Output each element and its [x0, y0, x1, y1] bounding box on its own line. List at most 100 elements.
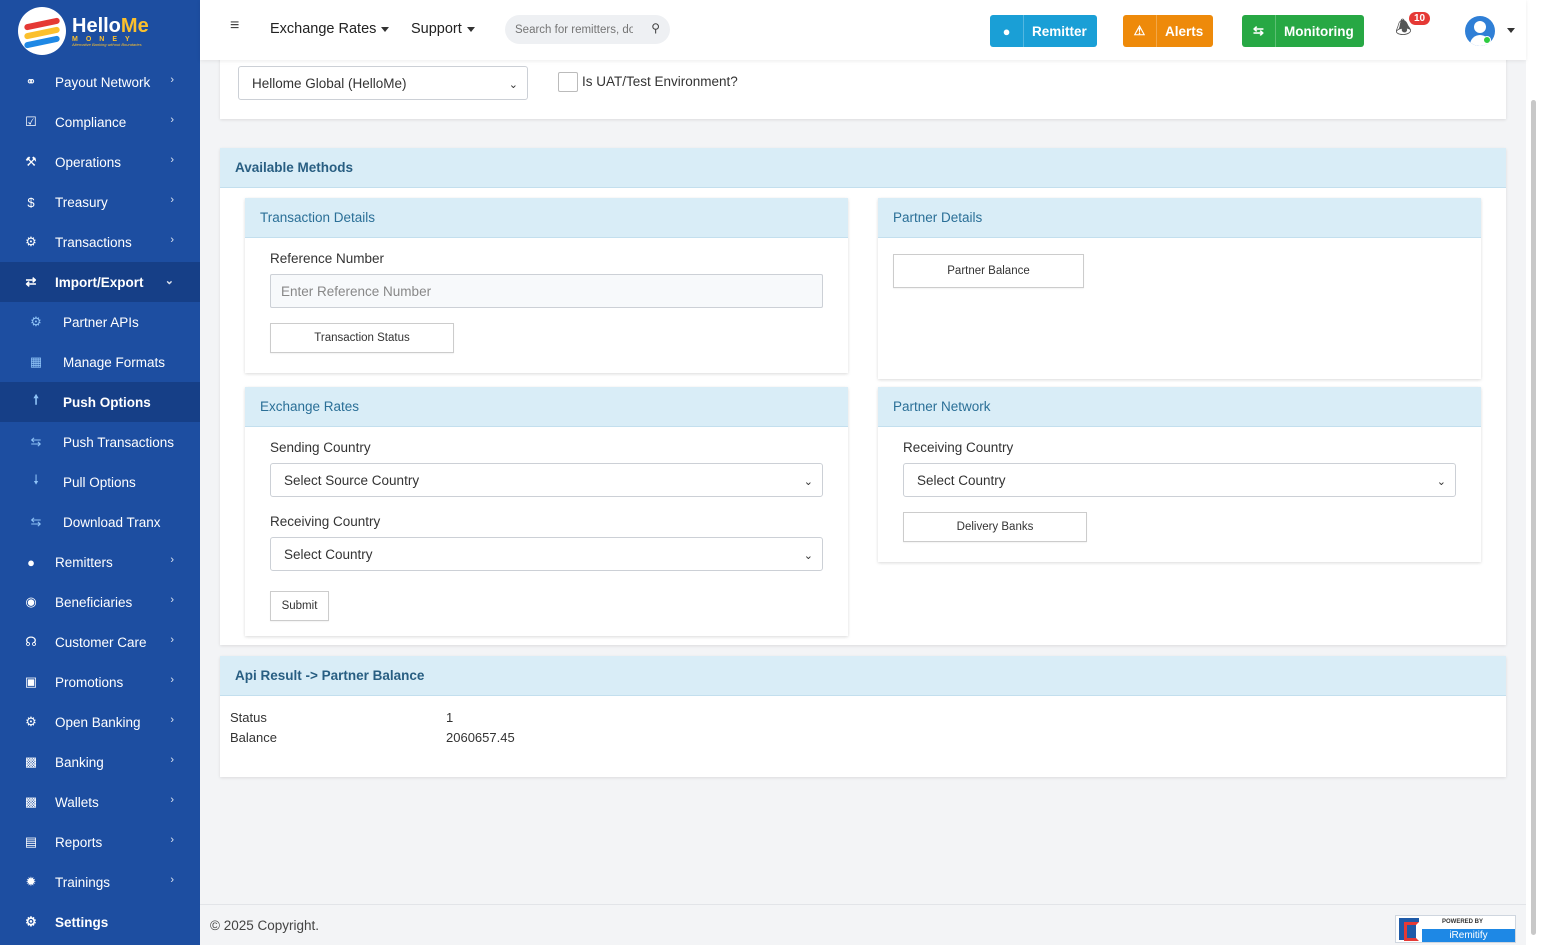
- sidebar: HelloMe MONEY Alternative Banking withou…: [0, 0, 200, 945]
- network-receiving-country-select[interactable]: Select Country ⌄: [903, 463, 1456, 497]
- delivery-banks-button[interactable]: Delivery Banks: [903, 512, 1087, 542]
- sidebar-item-promotions[interactable]: ▣ Promotions ›: [0, 662, 200, 702]
- chevron-right-icon: ›: [170, 594, 174, 606]
- monitoring-button-label: Monitoring: [1284, 23, 1354, 39]
- alerts-button[interactable]: ⚠ Alerts: [1123, 15, 1214, 47]
- partner-network-title: Partner Network: [878, 387, 1481, 427]
- powered-by-badge[interactable]: POWERED BY iRemitify: [1395, 915, 1516, 943]
- uat-checkbox[interactable]: [558, 72, 578, 92]
- sending-country-select[interactable]: Select Source Country ⌄: [270, 463, 823, 497]
- transaction-status-button[interactable]: Transaction Status: [270, 323, 454, 353]
- arrow-down-icon: 🠗: [33, 472, 39, 487]
- scrollbar-thumb[interactable]: [1531, 100, 1536, 935]
- sidebar-item-label: Remitters: [55, 554, 113, 570]
- sidebar-item-remitters[interactable]: ● Remitters ›: [0, 542, 200, 582]
- sidebar-item-pull-options[interactable]: 🠗 Pull Options: [0, 462, 200, 502]
- chevron-right-icon: ›: [170, 874, 174, 886]
- search-input[interactable]: [505, 23, 633, 36]
- user-icon: ●: [990, 15, 1024, 47]
- api-result-card: Api Result -> Partner Balance Status 1 B…: [220, 656, 1506, 777]
- sidebar-item-label: Compliance: [55, 114, 127, 130]
- iremitify-logo-icon: [1399, 918, 1419, 941]
- partner-select[interactable]: Hellome Global (HelloMe) ⌄: [238, 66, 528, 100]
- api-result-title: Api Result -> Partner Balance: [220, 656, 1506, 696]
- caret-down-icon: [381, 26, 390, 32]
- remitter-button[interactable]: ● Remitter: [990, 15, 1097, 47]
- chevron-right-icon: ›: [170, 794, 174, 806]
- notification-badge: 10: [1409, 12, 1431, 25]
- chevron-down-icon: ⌄: [803, 476, 813, 488]
- exchange-rates-panel: Exchange Rates Sending Country Select So…: [245, 387, 848, 636]
- network-receiving-country-label: Receiving Country: [903, 440, 1014, 455]
- sidebar-item-label: Push Transactions: [63, 434, 175, 450]
- chevron-down-icon: ⌄: [1436, 476, 1446, 488]
- result-key: Status: [230, 710, 267, 725]
- sidebar-item-banking[interactable]: ▩ Banking ›: [0, 742, 200, 782]
- exchange-icon: ⇆: [30, 434, 42, 449]
- submit-button[interactable]: Submit: [270, 591, 329, 621]
- gear-icon: ⚙: [25, 714, 37, 729]
- check-square-icon: ☑: [25, 114, 37, 129]
- sidebar-item-push-options[interactable]: 🠕 Push Options: [0, 382, 200, 422]
- cogs-icon: ⚙: [25, 914, 37, 929]
- cogs-icon: ⚙: [25, 234, 37, 249]
- sidebar-item-payout-network[interactable]: ⚭ Payout Network ›: [0, 62, 200, 102]
- sidebar-item-wallets[interactable]: ▩ Wallets ›: [0, 782, 200, 822]
- sidebar-item-operations[interactable]: ⚒ Operations ›: [0, 142, 200, 182]
- monitoring-button[interactable]: ⇆ Monitoring: [1242, 15, 1364, 47]
- available-methods-title: Available Methods: [220, 148, 1506, 188]
- sidebar-item-compliance[interactable]: ☑ Compliance ›: [0, 102, 200, 142]
- sidebar-item-label: Push Options: [63, 394, 151, 410]
- sidebar-item-open-banking[interactable]: ⚙ Open Banking ›: [0, 702, 200, 742]
- chevron-right-icon: ›: [170, 714, 174, 726]
- scrollbar[interactable]: [1526, 0, 1541, 945]
- avatar-caret-down-icon[interactable]: [1507, 28, 1515, 33]
- sidebar-item-treasury[interactable]: $ Treasury ›: [0, 182, 200, 222]
- chevron-right-icon: ›: [170, 194, 174, 206]
- sidebar-item-download-tranx[interactable]: ⇆ Download Tranx: [0, 502, 200, 542]
- copyright-text: © 2025 Copyright.: [210, 918, 320, 933]
- hamburger-menu-icon[interactable]: ≡: [230, 17, 239, 35]
- sidebar-item-partner-apis[interactable]: ⚙ Partner APIs: [0, 302, 200, 342]
- sidebar-item-label: Payout Network: [55, 74, 151, 90]
- receiving-country-select[interactable]: Select Country ⌄: [270, 537, 823, 571]
- online-status-dot: [1483, 36, 1491, 44]
- receiving-country-value: Select Country: [284, 546, 373, 562]
- reference-number-label: Reference Number: [270, 251, 385, 266]
- powered-by-brand: iRemitify: [1422, 929, 1515, 942]
- sidebar-item-reports[interactable]: ▤ Reports ›: [0, 822, 200, 862]
- caret-down-icon: [466, 26, 475, 32]
- sidebar-item-beneficiaries[interactable]: ◉ Beneficiaries ›: [0, 582, 200, 622]
- receiving-country-label: Receiving Country: [270, 514, 381, 529]
- network-receiving-country-value: Select Country: [917, 472, 1006, 488]
- powered-by-text: POWERED BY: [1442, 919, 1484, 925]
- sidebar-item-settings[interactable]: ⚙ Settings: [0, 902, 200, 942]
- search-icon[interactable]: ⚲: [651, 21, 660, 35]
- partner-balance-button[interactable]: Partner Balance: [893, 254, 1084, 288]
- sidebar-item-import-export[interactable]: ⇄ Import/Export ⌄: [0, 262, 200, 302]
- search-box: ⚲: [505, 15, 670, 44]
- gear-icon: ⚙: [30, 314, 42, 329]
- sidebar-item-label: Trainings: [55, 874, 111, 890]
- user-circle-icon: ◉: [25, 594, 37, 609]
- sidebar-item-label: Reports: [55, 834, 103, 850]
- sidebar-item-label: Customer Care: [55, 634, 147, 650]
- sidebar-item-trainings[interactable]: ✹ Trainings ›: [0, 862, 200, 902]
- sidebar-item-label: Settings: [55, 914, 109, 930]
- remitter-button-label: Remitter: [1032, 23, 1087, 39]
- chevron-right-icon: ›: [170, 674, 174, 686]
- menu-exchange-rates[interactable]: Exchange Rates: [270, 21, 390, 37]
- sidebar-item-manage-formats[interactable]: ▦ Manage Formats: [0, 342, 200, 382]
- sidebar-item-label: Pull Options: [63, 474, 136, 490]
- reference-number-input[interactable]: Enter Reference Number: [270, 274, 823, 308]
- sidebar-item-customer-care[interactable]: ☊ Customer Care ›: [0, 622, 200, 662]
- brand-logo[interactable]: HelloMe MONEY Alternative Banking withou…: [0, 0, 200, 62]
- sidebar-item-push-transactions[interactable]: ⇆ Push Transactions: [0, 422, 200, 462]
- sidebar-item-label: Open Banking: [55, 714, 141, 730]
- exchange-rates-title: Exchange Rates: [245, 387, 848, 427]
- warning-icon: ⚠: [1123, 15, 1157, 47]
- transaction-details-title: Transaction Details: [245, 198, 848, 238]
- menu-support[interactable]: Support: [411, 21, 475, 37]
- sidebar-item-transactions[interactable]: ⚙ Transactions ›: [0, 222, 200, 262]
- menu-label: Exchange Rates: [270, 21, 377, 37]
